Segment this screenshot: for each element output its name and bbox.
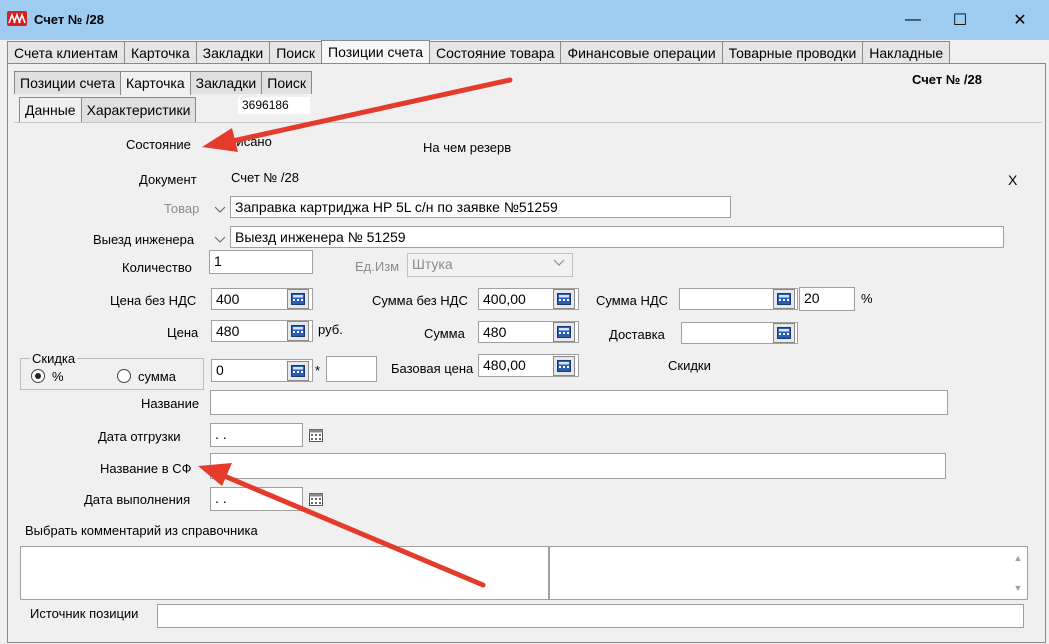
document-value: Счет № /28 [231, 170, 300, 185]
discounts-link[interactable]: Скидки [668, 358, 711, 373]
unit-select[interactable]: Штука [407, 253, 573, 277]
sub-tab-bar: Позиции счета Карточка Закладки Поиск [14, 71, 313, 95]
discount-percent-radio[interactable] [31, 369, 45, 383]
minimize-button[interactable]: — [893, 6, 933, 34]
clear-document-button[interactable]: X [1008, 172, 1017, 188]
currency-label: руб. [318, 322, 343, 337]
inner-tab-bar: Данные Характеристики [19, 97, 197, 123]
tab-product-postings[interactable]: Товарные проводки [721, 41, 864, 64]
state-value: Списано [220, 134, 272, 149]
state-label: Состояние [126, 137, 191, 152]
document-reference: Счет № /28 [912, 72, 982, 87]
price-calculator-icon[interactable] [287, 321, 309, 341]
unit-label: Ед.Изм [355, 259, 400, 274]
discount-sum-radio[interactable] [117, 369, 131, 383]
comment-memo-left[interactable] [20, 546, 549, 600]
comment-label[interactable]: Выбрать комментарий из справочника [25, 523, 258, 538]
tab-product-state[interactable]: Состояние товара [429, 41, 562, 64]
tab-card[interactable]: Карточка [123, 41, 197, 64]
sum-novat-label: Сумма без НДС [372, 293, 468, 308]
price-novat-calculator-icon[interactable] [287, 289, 309, 309]
sf-name-label: Название в СФ [100, 461, 192, 476]
sum-novat-calculator-icon[interactable] [553, 289, 575, 309]
discount-percent-label: % [52, 369, 64, 384]
subtab-bookmarks[interactable]: Закладки [189, 71, 263, 94]
discount-group-title: Скидка [30, 351, 78, 366]
source-field[interactable] [157, 604, 1024, 628]
tab-characteristics[interactable]: Характеристики [80, 97, 197, 123]
delivery-label: Доставка [609, 327, 665, 342]
sf-name-field[interactable] [210, 453, 946, 479]
product-chevron-down-icon[interactable] [213, 202, 227, 216]
engineer-chevron-down-icon[interactable] [213, 232, 227, 246]
delivery-calculator-icon[interactable] [773, 323, 795, 343]
tab-financial-operations[interactable]: Финансовые операции [560, 41, 723, 64]
tab-data[interactable]: Данные [19, 97, 82, 123]
source-label: Источник позиции [30, 606, 139, 621]
subtab-positions[interactable]: Позиции счета [14, 71, 121, 94]
document-label: Документ [139, 172, 197, 187]
ship-date-field[interactable]: . . [210, 423, 303, 447]
tab-waybills[interactable]: Накладные [862, 41, 951, 64]
ship-date-label: Дата отгрузки [98, 429, 181, 444]
main-tab-bar: Счета клиентам Карточка Закладки Поиск П… [7, 40, 951, 64]
name-label: Название [141, 396, 200, 411]
vat-sum-label: Сумма НДС [596, 293, 669, 308]
done-date-field[interactable]: . . [210, 487, 303, 511]
record-code: 3696186 [238, 97, 310, 114]
vat-rate-field[interactable]: 20 [799, 287, 855, 311]
discount-calculator-icon[interactable] [287, 361, 309, 381]
engineer-label: Выезд инженера [93, 232, 195, 247]
sum-calculator-icon[interactable] [553, 322, 575, 342]
base-price-label: Базовая цена [391, 361, 474, 376]
product-label: Товар [164, 201, 200, 216]
sum-label: Сумма [424, 326, 465, 341]
title-bar: Счет № /28 — ☐ ✕ [0, 0, 1049, 40]
tab-invoice-positions[interactable]: Позиции счета [321, 40, 431, 64]
quantity-label: Количество [122, 260, 192, 275]
comment-scrollbar[interactable]: ▲ ▼ [1009, 547, 1027, 599]
ship-date-calendar-icon[interactable] [308, 427, 324, 443]
tab-invoices[interactable]: Счета клиентам [7, 41, 125, 64]
window-title: Счет № /28 [34, 12, 104, 27]
tab-search[interactable]: Поиск [269, 41, 323, 64]
price-novat-label: Цена без НДС [110, 293, 197, 308]
close-button[interactable]: ✕ [1000, 6, 1040, 34]
name-field[interactable] [210, 390, 948, 415]
done-date-label: Дата выполнения [84, 492, 191, 507]
subtab-search[interactable]: Поиск [261, 71, 313, 94]
scroll-up-icon[interactable]: ▲ [1009, 551, 1027, 565]
engineer-field[interactable]: Выезд инженера № 51259 [230, 226, 1004, 248]
vat-percent-sign: % [861, 291, 873, 306]
discount-sum-label: сумма [138, 369, 176, 384]
vat-sum-calculator-icon[interactable] [773, 289, 795, 309]
reserve-label: На чем резерв [423, 140, 512, 155]
multiply-sign: * [315, 363, 321, 378]
subtab-card[interactable]: Карточка [119, 71, 191, 95]
price-label: Цена [167, 325, 199, 340]
product-field[interactable]: Заправка картриджа HP 5L с/н по заявке №… [230, 196, 731, 218]
multiplier-field[interactable] [326, 356, 377, 382]
quantity-field[interactable]: 1 [209, 250, 313, 274]
unit-chevron-down-icon[interactable] [550, 255, 568, 275]
app-logo-icon [7, 11, 27, 26]
scroll-down-icon[interactable]: ▼ [1009, 581, 1027, 595]
tab-bookmarks[interactable]: Закладки [195, 41, 271, 64]
maximize-button[interactable]: ☐ [940, 6, 980, 34]
done-date-calendar-icon[interactable] [308, 491, 324, 507]
comment-memo-right[interactable] [549, 546, 1028, 600]
base-price-calculator-icon[interactable] [553, 356, 575, 376]
